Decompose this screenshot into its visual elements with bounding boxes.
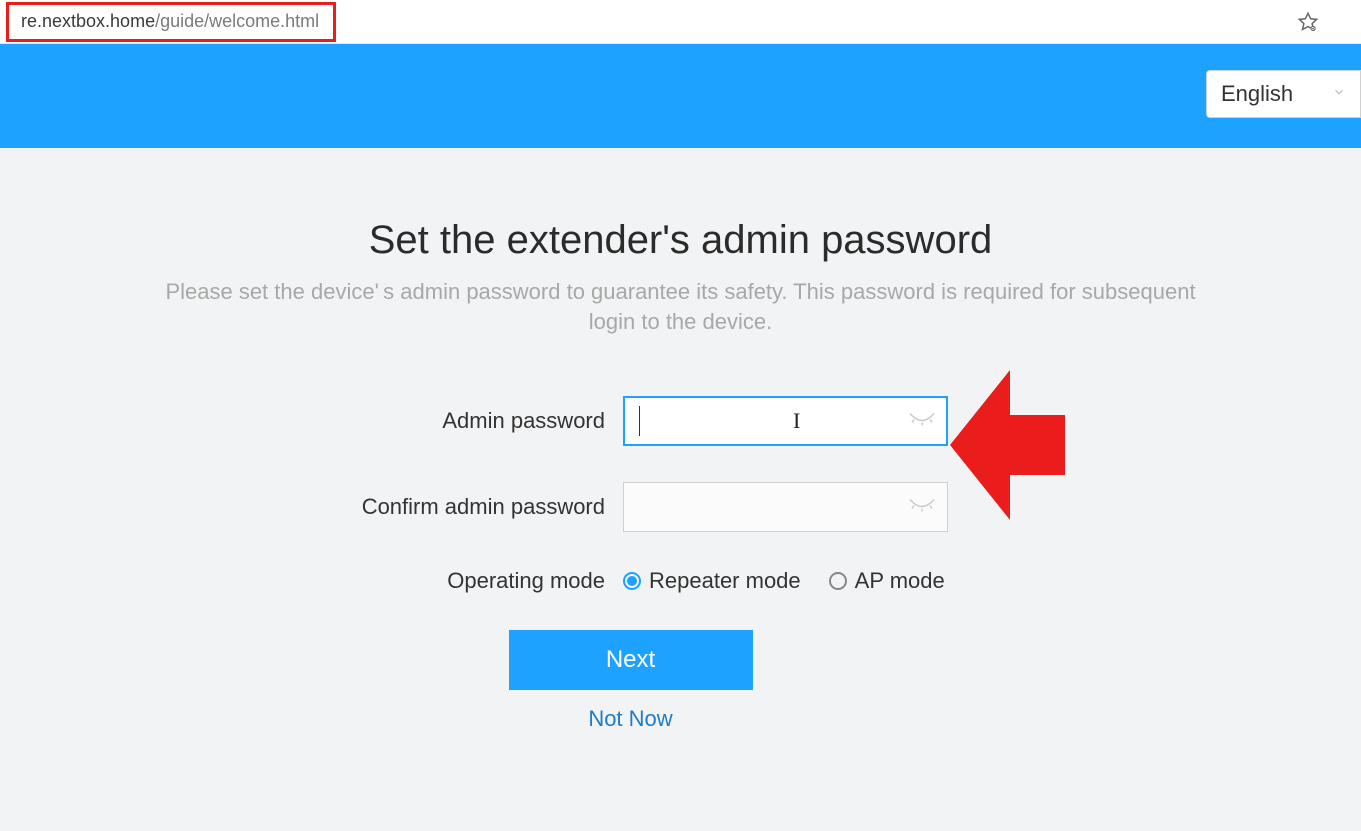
eye-closed-icon[interactable]: [908, 496, 936, 519]
eye-closed-icon[interactable]: [908, 410, 936, 433]
chevron-down-icon: [1332, 85, 1346, 104]
page-subtitle: Please set the device' s admin password …: [156, 277, 1206, 336]
label-admin-password: Admin password: [293, 408, 623, 434]
confirm-password-field-wrap: [623, 482, 948, 532]
radio-repeater-label: Repeater mode: [649, 568, 801, 594]
admin-password-field-wrap: I: [623, 396, 948, 446]
top-banner: English: [0, 44, 1361, 148]
not-now-link[interactable]: Not Now: [588, 706, 672, 732]
admin-password-input[interactable]: [623, 396, 948, 446]
page-content: Set the extender's admin password Please…: [0, 148, 1361, 831]
row-operating-mode: Operating mode Repeater mode AP mode: [0, 568, 1301, 594]
label-operating-mode: Operating mode: [293, 568, 623, 594]
radio-dot-unchecked-icon: [829, 572, 847, 590]
confirm-password-input[interactable]: [623, 482, 948, 532]
radio-dot-checked-icon: [623, 572, 641, 590]
favorites-icon[interactable]: [1297, 11, 1319, 33]
browser-address-bar: re.nextbox.home/guide/welcome.html: [0, 0, 1361, 44]
annotation-arrow-icon: [950, 360, 1070, 535]
text-caret: [639, 406, 640, 436]
operating-mode-radio-group: Repeater mode AP mode: [623, 568, 948, 594]
radio-ap-mode[interactable]: AP mode: [829, 568, 945, 594]
language-select[interactable]: English: [1206, 70, 1361, 118]
next-button[interactable]: Next: [509, 630, 753, 690]
label-confirm-password: Confirm admin password: [293, 494, 623, 520]
radio-ap-label: AP mode: [855, 568, 945, 594]
setup-form: Admin password I Confirm admin password: [0, 396, 1301, 732]
language-selected-label: English: [1221, 81, 1293, 107]
url-domain: re.nextbox.home: [21, 11, 155, 32]
url-highlight-box[interactable]: re.nextbox.home/guide/welcome.html: [6, 2, 336, 42]
radio-repeater-mode[interactable]: Repeater mode: [623, 568, 801, 594]
page-title: Set the extender's admin password: [0, 218, 1361, 263]
url-path: /guide/welcome.html: [155, 11, 319, 32]
row-confirm-password: Confirm admin password: [0, 482, 1301, 532]
row-admin-password: Admin password I: [0, 396, 1301, 446]
